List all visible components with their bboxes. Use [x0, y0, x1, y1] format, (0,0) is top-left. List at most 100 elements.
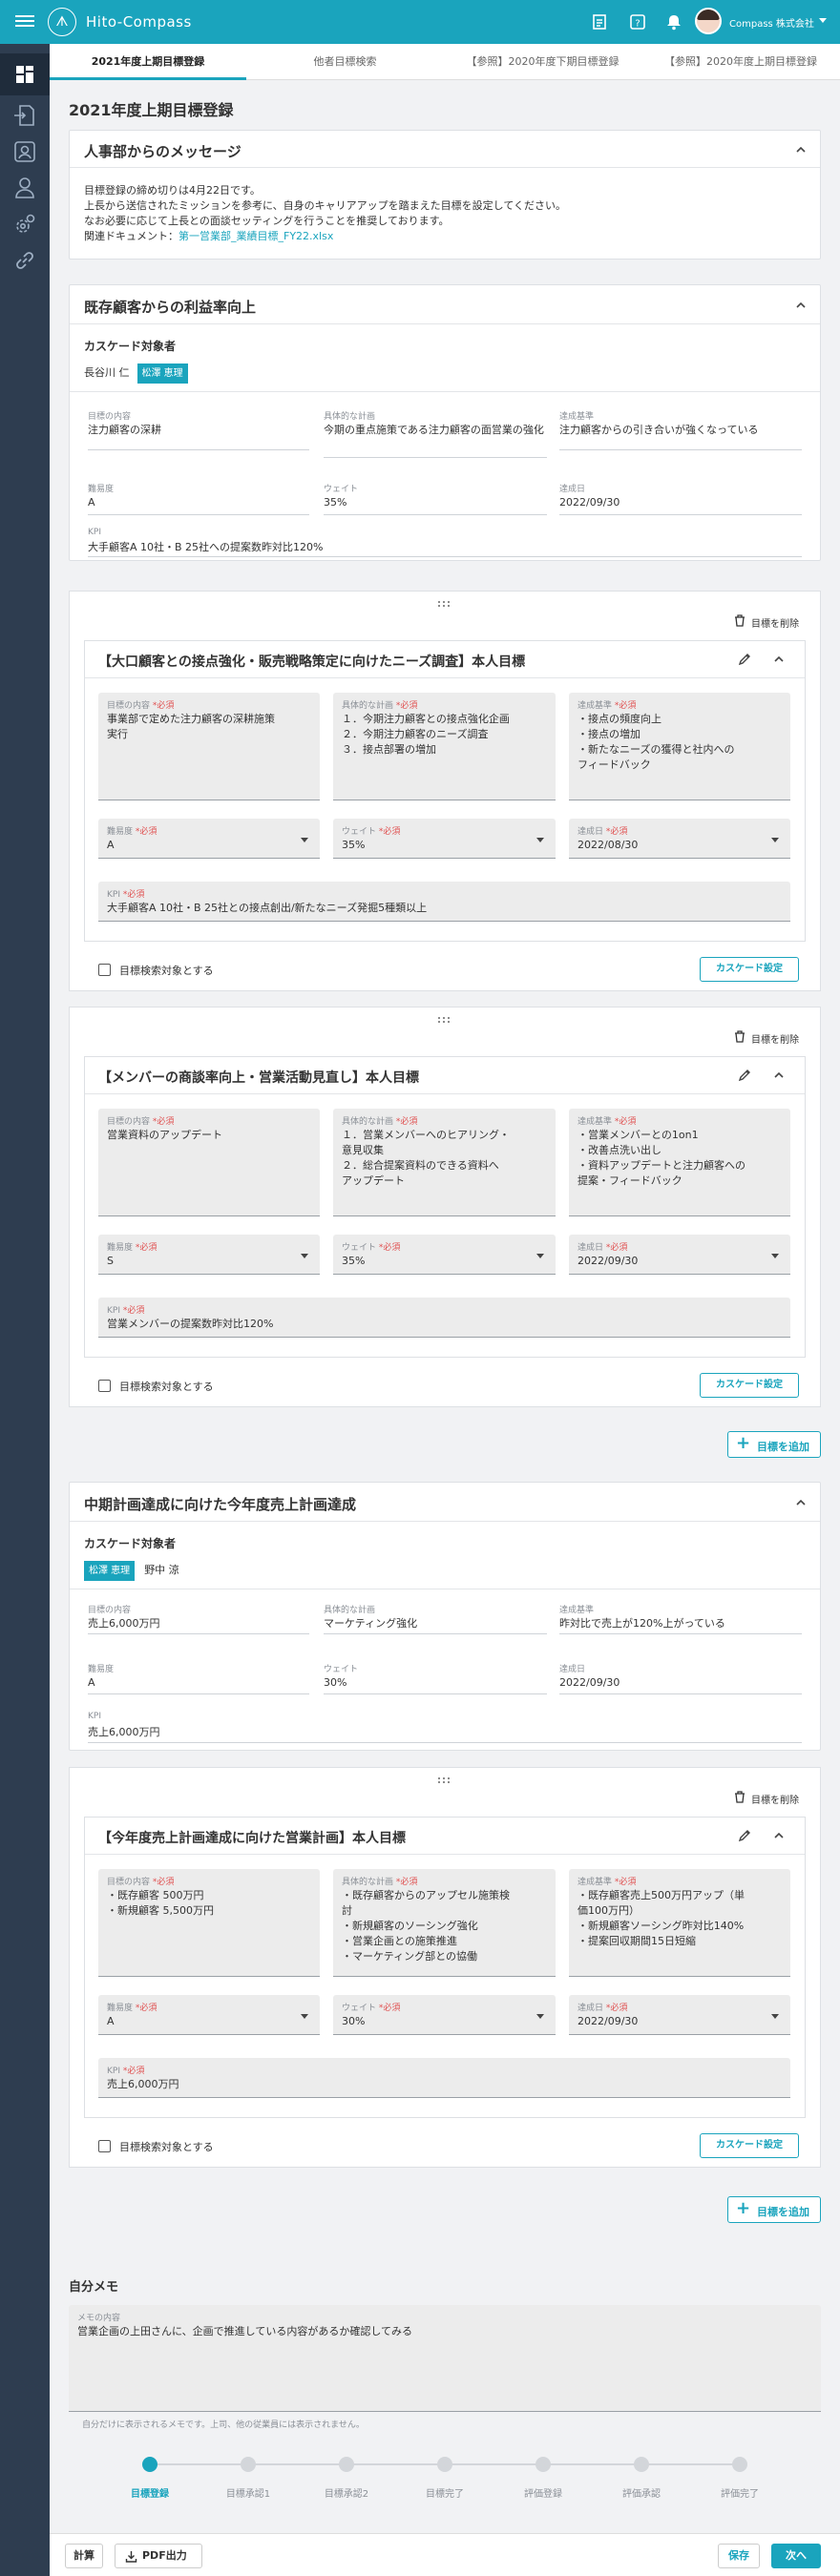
difficulty-select[interactable]: 難易度 *必須 A	[98, 819, 320, 859]
due-date-select[interactable]: 達成日 *必須 2022/09/30	[569, 1235, 790, 1275]
content-textarea[interactable]: 目標の内容 *必須 営業資料のアップデート	[98, 1109, 320, 1216]
tab-ref-2020-h1[interactable]: 【参照】2020年度上期目標登録	[641, 44, 840, 80]
delete-goal-button[interactable]: 目標を削除	[735, 1030, 799, 1046]
goal-title: 【今年度売上計画達成に向けた営業計画】本人目標	[98, 1831, 406, 1846]
parent-goal-card: 中期計画達成に向けた今年度売上計画達成 カスケード対象者 松澤 恵理 野中 涼 目…	[69, 1482, 821, 1751]
related-docs-label: 関連ドキュメント：	[84, 230, 178, 242]
link-icon[interactable]	[12, 248, 37, 273]
import-icon[interactable]	[12, 103, 37, 128]
search-target-checkbox[interactable]	[98, 2140, 111, 2152]
save-button[interactable]: 保存	[718, 2544, 760, 2568]
cascade-target-label: カスケード対象者	[84, 1537, 177, 1550]
delete-goal-button[interactable]: 目標を削除	[735, 1791, 799, 1806]
chevron-up-icon[interactable]	[772, 653, 786, 666]
weight-select[interactable]: ウェイト *必須 30%	[333, 1995, 556, 2035]
criteria-value: ・接点の頻度向上 ・接点の増加 ・新たなニーズの獲得と社内への フィードバック	[578, 713, 735, 771]
app-logo: ᗑ	[48, 8, 76, 36]
drag-handle-icon[interactable]	[437, 600, 451, 608]
kpi-input[interactable]: KPI *必須 売上6,000万円	[98, 2058, 790, 2098]
pdf-export-button[interactable]: PDF出力	[115, 2544, 202, 2568]
criteria-value: ・既存顧客売上500万円アップ（単 価100万円） ・新規顧客ソーシング昨対比1…	[578, 1889, 745, 1947]
drag-handle-icon[interactable]	[437, 1776, 451, 1784]
content-value: ・既存顧客 500万円 ・新規顧客 5,500万円	[107, 1889, 214, 1917]
criteria-textarea[interactable]: 達成基準 *必須 ・既存顧客売上500万円アップ（単 価100万円） ・新規顧客ソ…	[569, 1869, 790, 1977]
kpi-label: KPI	[88, 1712, 101, 1721]
company-name[interactable]: Compass 株式会社	[729, 15, 814, 30]
difficulty-select[interactable]: 難易度 *必須 A	[98, 1995, 320, 2035]
drag-handle-icon[interactable]	[437, 1016, 451, 1024]
sidebar-item-dashboard[interactable]	[0, 53, 50, 95]
delete-goal-button[interactable]: 目標を削除	[735, 614, 799, 630]
hr-message-card: 人事部からのメッセージ 目標登録の締め切りは4月22日です。 上長から送信された…	[69, 130, 821, 260]
tab-bar: 2021年度上期目標登録 他者目標検索 【参照】2020年度下期目標登録 【参照…	[50, 44, 840, 80]
next-button[interactable]: 次へ	[771, 2544, 821, 2568]
chevron-down-icon[interactable]	[819, 18, 827, 23]
weight-select[interactable]: ウェイト *必須 35%	[333, 819, 556, 859]
cascade-people: 長谷川 仁松澤 恵理	[84, 364, 188, 384]
difficulty-label: 難易度	[88, 485, 115, 494]
content-textarea[interactable]: 目標の内容 *必須 事業部で定めた注力顧客の深耕施策 実行	[98, 693, 320, 800]
trash-icon	[735, 1791, 745, 1803]
document-icon[interactable]	[590, 12, 609, 31]
kpi-label: KPI	[88, 528, 101, 537]
tab-ref-2020-h2[interactable]: 【参照】2020年度下期目標登録	[444, 44, 641, 80]
app-brand: Hito-Compass	[86, 13, 192, 31]
svg-text:?: ?	[635, 19, 640, 30]
kpi-input[interactable]: KPI *必須 営業メンバーの提案数昨対比120%	[98, 1298, 790, 1338]
difficulty-select[interactable]: 難易度 *必須 S	[98, 1235, 320, 1275]
goal-inner: 【メンバーの商談率向上・営業活動見直し】本人目標 目標の内容 *必須 営業資料のア…	[84, 1056, 806, 1358]
plan-textarea[interactable]: 具体的な計画 *必須 １．今期注力顧客との接点強化企画 ２．今期注力顧客のニーズ調…	[333, 693, 556, 800]
search-target-label: 目標検索対象とする	[119, 965, 214, 977]
user-card-icon[interactable]	[12, 139, 37, 164]
difficulty-label: 難易度	[88, 1665, 115, 1674]
due-date-select[interactable]: 達成日 *必須 2022/08/30	[569, 819, 790, 859]
dropdown-arrow-icon	[771, 2014, 779, 2019]
chevron-up-icon[interactable]	[795, 1497, 807, 1508]
bell-icon[interactable]	[664, 12, 683, 31]
user-avatar[interactable]	[695, 8, 722, 34]
memo-content: 営業企画の上田さんに、企画で推進している内容があるか確認してみる	[77, 2325, 413, 2337]
chevron-up-icon[interactable]	[795, 144, 807, 156]
content-textarea[interactable]: 目標の内容 *必須 ・既存顧客 500万円 ・新規顧客 5,500万円	[98, 1869, 320, 1977]
search-target-checkbox[interactable]	[98, 1380, 111, 1392]
calc-button[interactable]: 計算	[65, 2544, 103, 2568]
kpi-input[interactable]: KPI *必須 大手顧客A 10社・B 25社との接点創出/新たなニーズ発掘5種類…	[98, 882, 790, 922]
menu-icon[interactable]	[15, 12, 34, 31]
memo-hint: 自分だけに表示されるメモです。上司、他の従業員には表示されません。	[82, 2420, 365, 2430]
plan-textarea[interactable]: 具体的な計画 *必須 ・既存顧客からのアップセル施策検 討 ・新規顧客のソーシング…	[333, 1869, 556, 1977]
memo-textarea[interactable]: メモの内容 営業企画の上田さんに、企画で推進している内容があるか確認してみる	[69, 2305, 821, 2412]
weight-select[interactable]: ウェイト *必須 35%	[333, 1235, 556, 1275]
criteria-textarea[interactable]: 達成基準 *必須 ・営業メンバーとの1on1 ・改善点洗い出し ・資料アップデート…	[569, 1109, 790, 1216]
cascade-settings-button[interactable]: カスケード設定	[700, 1373, 799, 1398]
sidebar	[0, 44, 50, 2576]
plan-value: １．今期注力顧客との接点強化企画 ２．今期注力顧客のニーズ調査 ３．接点部署の増…	[342, 713, 510, 756]
content-value: 事業部で定めた注力顧客の深耕施策 実行	[107, 713, 275, 740]
weight-label: ウェイト	[324, 485, 359, 494]
add-goal-button[interactable]: + 目標を追加	[727, 2196, 821, 2223]
due-date-select[interactable]: 達成日 *必須 2022/09/30	[569, 1995, 790, 2035]
criteria-textarea[interactable]: 達成基準 *必須 ・接点の頻度向上 ・接点の増加 ・新たなニーズの獲得と社内への …	[569, 693, 790, 800]
help-icon[interactable]: ?	[628, 12, 647, 31]
add-goal-button[interactable]: + 目標を追加	[727, 1431, 821, 1458]
content-value: 売上6,000万円	[88, 1617, 160, 1630]
cascade-settings-button[interactable]: カスケード設定	[700, 957, 799, 982]
edit-icon[interactable]	[738, 653, 751, 666]
chevron-up-icon[interactable]	[772, 1829, 786, 1842]
plan-textarea[interactable]: 具体的な計画 *必須 １．営業メンバーへのヒアリング・ 意見収集 ２．総合提案資料…	[333, 1109, 556, 1216]
settings-icon[interactable]	[12, 212, 37, 237]
due-label: 達成日	[559, 485, 586, 494]
criteria-label: 達成基準	[559, 1606, 595, 1615]
kpi-value: 大手顧客A 10社・B 25社への提案数昨対比120%	[88, 541, 324, 553]
tab-others-search[interactable]: 他者目標検索	[246, 44, 444, 80]
cascade-settings-button[interactable]: カスケード設定	[700, 2133, 799, 2158]
chevron-up-icon[interactable]	[795, 300, 807, 311]
step-dot	[142, 2457, 158, 2472]
related-doc-link[interactable]: 第一営業部_業績目標_FY22.xlsx	[178, 230, 333, 242]
edit-icon[interactable]	[738, 1069, 751, 1082]
person-icon[interactable]	[12, 176, 37, 200]
chevron-up-icon[interactable]	[772, 1069, 786, 1082]
plan-value: マーケティング強化	[324, 1617, 418, 1630]
tab-goal-registration[interactable]: 2021年度上期目標登録	[50, 44, 246, 80]
search-target-checkbox[interactable]	[98, 964, 111, 976]
edit-icon[interactable]	[738, 1829, 751, 1842]
